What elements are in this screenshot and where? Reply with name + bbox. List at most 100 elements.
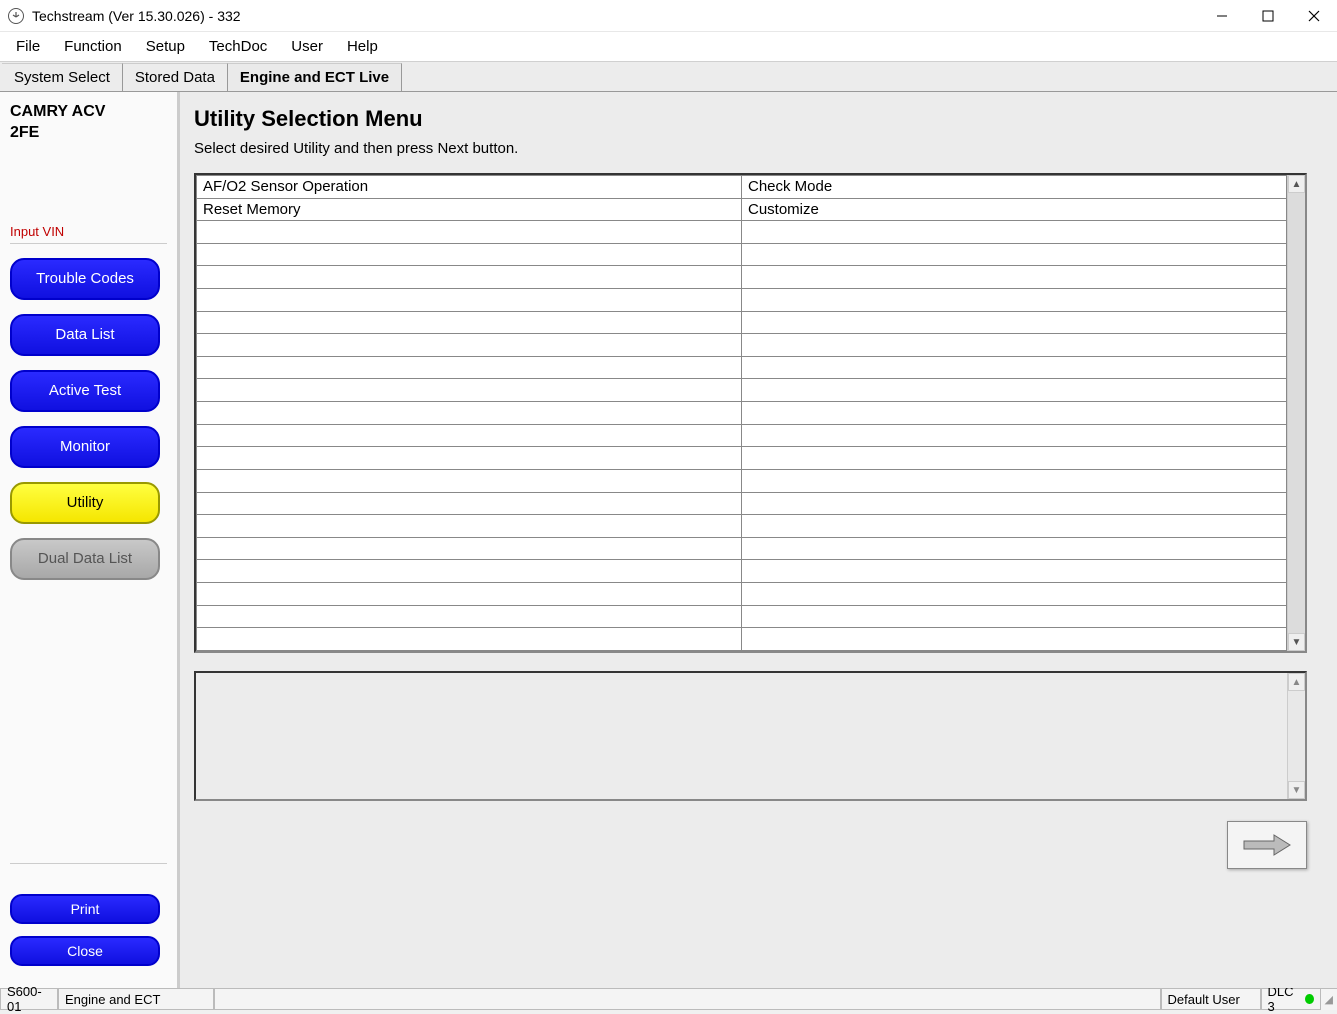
utility-empty[interactable] <box>742 266 1287 289</box>
table-row <box>197 334 1287 357</box>
tab-system-select[interactable]: System Select <box>2 63 123 91</box>
table-row <box>197 628 1287 651</box>
utility-empty[interactable] <box>197 492 742 515</box>
page-subtitle: Select desired Utility and then press Ne… <box>194 140 1307 157</box>
utility-empty[interactable] <box>197 289 742 312</box>
menu-user[interactable]: User <box>279 34 335 59</box>
status-spacer <box>214 989 1161 1010</box>
close-button[interactable]: Close <box>10 936 160 966</box>
utility-empty[interactable] <box>197 356 742 379</box>
utility-empty[interactable] <box>742 356 1287 379</box>
utility-button[interactable]: Utility <box>10 482 160 524</box>
maximize-button[interactable] <box>1245 0 1291 32</box>
sidebar: CAMRY ACV 2FE Input VIN Trouble Codes Da… <box>0 92 180 988</box>
table-row <box>197 605 1287 628</box>
print-button[interactable]: Print <box>10 894 160 924</box>
description-scrollbar[interactable]: ▲ ▼ <box>1287 673 1305 799</box>
utility-af-o2-sensor[interactable]: AF/O2 Sensor Operation <box>197 176 742 199</box>
menu-file[interactable]: File <box>4 34 52 59</box>
utility-reset-memory[interactable]: Reset Memory <box>197 198 742 221</box>
utility-empty[interactable] <box>742 560 1287 583</box>
table-row <box>197 289 1287 312</box>
utility-empty[interactable] <box>197 334 742 357</box>
table-row <box>197 402 1287 425</box>
table-row: Reset Memory Customize <box>197 198 1287 221</box>
utility-empty[interactable] <box>742 605 1287 628</box>
table-row <box>197 379 1287 402</box>
menu-bar: File Function Setup TechDoc User Help <box>0 32 1337 62</box>
page-title: Utility Selection Menu <box>194 106 1307 132</box>
utility-empty[interactable] <box>197 402 742 425</box>
utility-empty[interactable] <box>197 469 742 492</box>
utility-empty[interactable] <box>197 311 742 334</box>
utility-empty[interactable] <box>742 402 1287 425</box>
utility-empty[interactable] <box>197 560 742 583</box>
utility-empty[interactable] <box>742 628 1287 651</box>
utility-empty[interactable] <box>742 424 1287 447</box>
utility-empty[interactable] <box>197 515 742 538</box>
utility-empty[interactable] <box>742 515 1287 538</box>
input-vin-link[interactable]: Input VIN <box>10 224 167 244</box>
utility-empty[interactable] <box>742 582 1287 605</box>
utility-empty[interactable] <box>742 447 1287 470</box>
utility-customize[interactable]: Customize <box>742 198 1287 221</box>
utility-empty[interactable] <box>197 537 742 560</box>
next-button[interactable] <box>1227 821 1307 869</box>
status-code: S600-01 <box>0 989 58 1010</box>
utility-empty[interactable] <box>742 289 1287 312</box>
utility-empty[interactable] <box>742 221 1287 244</box>
description-box: ▲ ▼ <box>194 671 1307 801</box>
utility-empty[interactable] <box>742 492 1287 515</box>
close-window-button[interactable] <box>1291 0 1337 32</box>
table-row <box>197 447 1287 470</box>
utility-empty[interactable] <box>197 221 742 244</box>
resize-grip-icon[interactable]: ◢ <box>1321 993 1337 1006</box>
menu-function[interactable]: Function <box>52 34 134 59</box>
menu-help[interactable]: Help <box>335 34 390 59</box>
utility-table: AF/O2 Sensor Operation Check Mode Reset … <box>196 175 1287 651</box>
data-list-button[interactable]: Data List <box>10 314 160 356</box>
scroll-up-icon[interactable]: ▲ <box>1288 673 1305 691</box>
utility-empty[interactable] <box>742 379 1287 402</box>
trouble-codes-button[interactable]: Trouble Codes <box>10 258 160 300</box>
table-row <box>197 492 1287 515</box>
table-row <box>197 515 1287 538</box>
main-panel: Utility Selection Menu Select desired Ut… <box>180 92 1337 988</box>
utility-empty[interactable] <box>742 537 1287 560</box>
table-row <box>197 537 1287 560</box>
menu-techdoc[interactable]: TechDoc <box>197 34 279 59</box>
menu-setup[interactable]: Setup <box>134 34 197 59</box>
utility-empty[interactable] <box>197 243 742 266</box>
utility-empty[interactable] <box>742 469 1287 492</box>
scroll-track[interactable] <box>1288 193 1305 633</box>
scroll-down-icon[interactable]: ▼ <box>1288 781 1305 799</box>
utility-check-mode[interactable]: Check Mode <box>742 176 1287 199</box>
dual-data-list-button[interactable]: Dual Data List <box>10 538 160 580</box>
utility-empty[interactable] <box>197 628 742 651</box>
utility-empty[interactable] <box>197 424 742 447</box>
utility-empty[interactable] <box>197 379 742 402</box>
table-row: AF/O2 Sensor Operation Check Mode <box>197 176 1287 199</box>
utility-empty[interactable] <box>742 311 1287 334</box>
title-bar: Techstream (Ver 15.30.026) - 332 <box>0 0 1337 32</box>
table-scrollbar[interactable]: ▲ ▼ <box>1287 175 1305 651</box>
monitor-button[interactable]: Monitor <box>10 426 160 468</box>
minimize-button[interactable] <box>1199 0 1245 32</box>
tab-engine-ect-live[interactable]: Engine and ECT Live <box>228 63 402 91</box>
scroll-up-icon[interactable]: ▲ <box>1288 175 1305 193</box>
tab-stored-data[interactable]: Stored Data <box>123 63 228 91</box>
utility-empty[interactable] <box>197 447 742 470</box>
utility-empty[interactable] <box>197 582 742 605</box>
table-row <box>197 266 1287 289</box>
tab-bar: System Select Stored Data Engine and ECT… <box>0 62 1337 92</box>
utility-empty[interactable] <box>742 334 1287 357</box>
active-test-button[interactable]: Active Test <box>10 370 160 412</box>
table-row <box>197 243 1287 266</box>
utility-empty[interactable] <box>197 605 742 628</box>
utility-empty[interactable] <box>197 266 742 289</box>
table-row <box>197 424 1287 447</box>
status-bar: S600-01 Engine and ECT Default User DLC … <box>0 988 1337 1010</box>
scroll-down-icon[interactable]: ▼ <box>1288 633 1305 651</box>
utility-empty[interactable] <box>742 243 1287 266</box>
table-row <box>197 311 1287 334</box>
